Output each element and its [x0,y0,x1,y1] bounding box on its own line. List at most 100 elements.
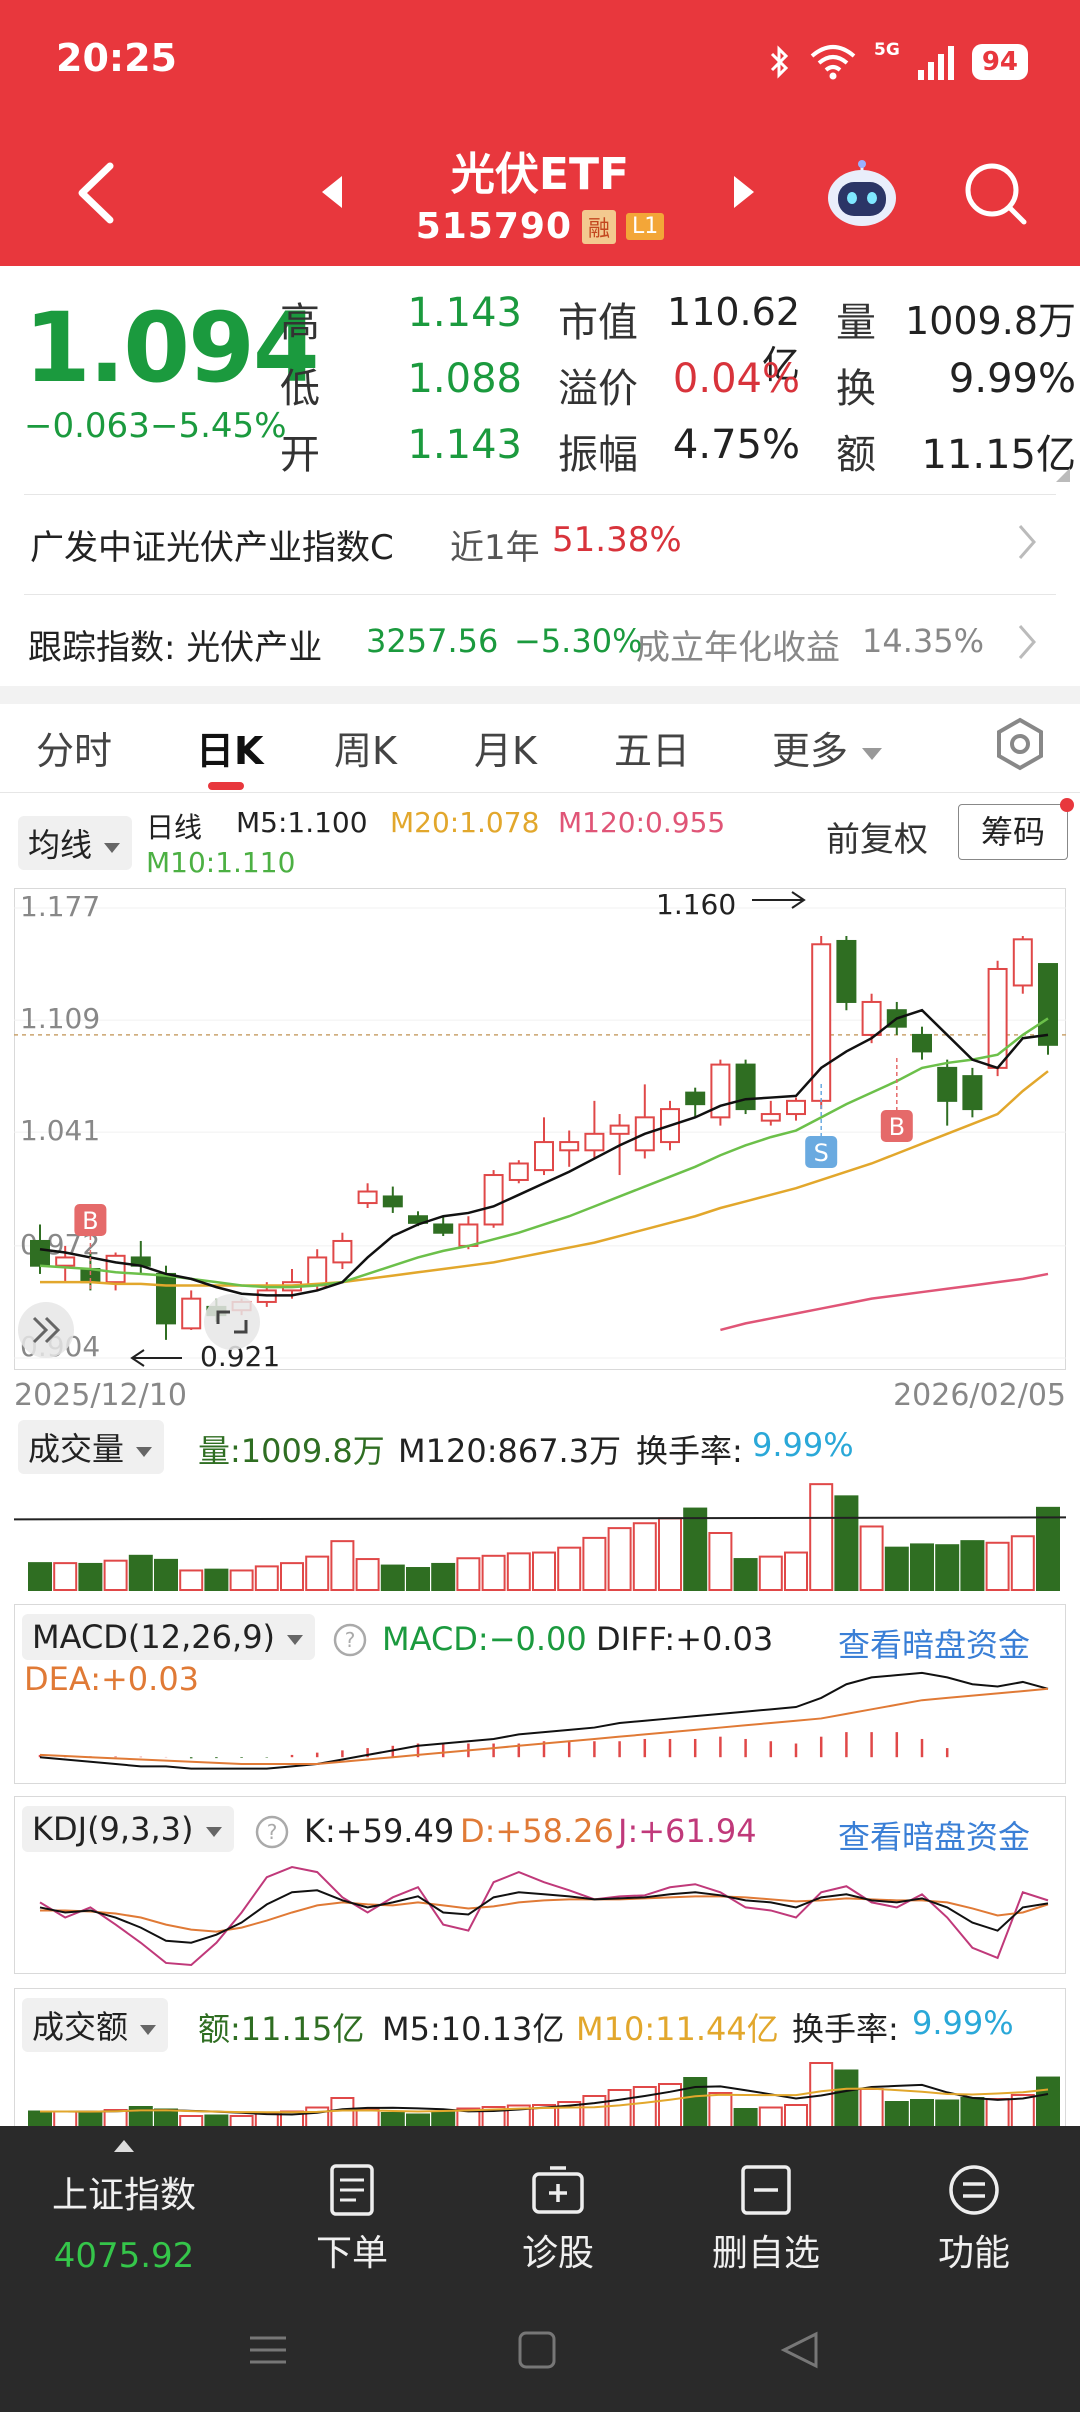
tab-monthly-k[interactable]: 月K [474,720,537,775]
high-label: 高 [280,300,320,346]
adjust-mode[interactable]: 前复权 [826,812,928,861]
annual-return-value: 14.35% [862,622,985,660]
search-icon[interactable] [960,158,1030,228]
status-time: 20:25 [56,36,177,80]
volume-bar [809,1483,834,1591]
fund-row[interactable]: 广发中证光伏产业指数C 近1年 51.38% [0,494,1080,590]
volume-bar [305,1555,330,1592]
last-price: 1.094 [24,292,320,404]
volume-value: 1009.8万 [905,299,1076,343]
price-change: −0.063 [24,406,150,446]
caret-up-icon [114,2140,134,2152]
chips-distribution-button[interactable]: 筹码 [958,804,1068,860]
home-key-icon[interactable] [518,2331,556,2369]
volume-value: 量:1009.8万 [198,1432,385,1470]
tracking-change: −5.30% [514,622,643,660]
volume-selector[interactable]: 成交量 [18,1420,165,1474]
macd-chart[interactable] [14,1660,1066,1784]
ma20-value: M20:1.078 [390,806,540,839]
ma120-value: M120:0.955 [558,806,726,839]
volume-bar [758,1555,783,1592]
ma-selector[interactable]: 均线 [18,816,133,870]
prev-stock-icon[interactable] [316,172,346,212]
dark-pool-link-text: 查看暗盘资金 [838,1626,1031,1664]
amount-bar [910,2099,934,2128]
candle-body [609,1124,630,1135]
remove-watchlist-button[interactable]: 删自选 [676,2162,856,2276]
period-label: 日线 [146,811,203,844]
order-button[interactable]: 下单 [262,2162,442,2276]
kdj-d: D:+58.26 [460,1812,614,1850]
menu-key-icon[interactable] [250,2336,286,2364]
candle-body [912,1033,932,1053]
candle-body [508,1162,529,1181]
amount-bar [784,2104,808,2128]
settings-icon[interactable] [992,716,1048,772]
chevron-right-icon [1018,525,1036,559]
tab-five-day[interactable]: 五日 [614,720,690,775]
amount-m10: M10:11.44亿 [576,2010,779,2048]
tab-weekly-k[interactable]: 周K [334,720,397,775]
x-axis-end: 2026/02/05 [893,1378,1066,1413]
volume-bar [834,1495,859,1592]
amount-selector[interactable]: 成交额 [22,1998,169,2052]
volume-bar [380,1564,405,1591]
order-icon [330,2164,374,2216]
stock-subtitle: 515790 融 L1 [360,206,720,247]
tab-daily-k[interactable]: 日K [196,720,263,775]
candle-body [735,1063,756,1111]
kdj-j-line [39,1866,1049,1967]
turnover-value: 9.99% [948,356,1076,402]
volume-bar [708,1532,733,1591]
amount-chart[interactable] [14,2050,1066,2128]
amount-bar [708,2092,733,2128]
macd-diff: DIFF:+0.03 [596,1620,774,1658]
tracking-row[interactable]: 跟踪指数: 光伏产业 3257.56 −5.30% 成立年化收益 14.35% [0,594,1080,690]
price-change-pct: −5.45% [150,406,287,446]
tab-more-label: 更多 [772,729,849,773]
volume-bar [330,1540,355,1592]
tab-more[interactable]: 更多 [772,720,884,775]
kdj-selector[interactable]: KDJ(9,3,3) [22,1806,234,1852]
help-icon[interactable]: ? [332,1622,368,1658]
candle-body [937,1066,958,1102]
candle-body [836,939,857,1003]
back-key-icon[interactable] [780,2331,818,2369]
robot-assistant-icon[interactable] [824,160,900,230]
low-value: 1.088 [407,356,522,402]
y-tick-label: 1.109 [20,1002,100,1035]
volume-turnover-value: 9.99% [752,1426,854,1464]
svg-text:?: ? [267,1820,278,1844]
high-value: 1.143 [407,290,522,336]
volume-bar [985,1541,1010,1592]
volume-turnover-label: 换手率: [636,1432,743,1470]
volume-bar [154,1558,178,1591]
tracking-label: 跟踪指数: 光伏产业 [28,628,323,668]
status-icons: 5G 94 [768,38,1028,86]
macd-selector[interactable]: MACD(12,26,9) [22,1614,316,1660]
back-icon[interactable] [60,148,130,238]
candle-body [156,1272,176,1325]
candle-body [987,967,1008,1069]
amount-bar [1036,2076,1060,2128]
help-icon[interactable]: ? [254,1814,290,1850]
notification-dot [1060,798,1074,812]
diagnose-button[interactable]: 诊股 [468,2162,648,2276]
candlestick-chart[interactable]: 1.1771.1091.0410.9720.9041.1600.921BSB [14,888,1066,1370]
amount-m5: M5:10.13亿 [382,2010,565,2048]
tab-intraday[interactable]: 分时 [36,720,112,775]
volume-bar [78,1562,103,1591]
volume-chart[interactable] [14,1472,1066,1592]
index-ticker[interactable]: 上证指数 4075.92 [24,2166,224,2276]
candle-body [962,1075,983,1111]
candle-body [534,1141,554,1172]
kdj-chart[interactable] [14,1852,1066,1974]
amount-bar [607,2089,632,2128]
functions-button[interactable]: 功能 [884,2162,1064,2276]
volume-bar [103,1559,128,1591]
candle-body [307,1256,328,1287]
next-stock-icon[interactable] [730,172,760,212]
ma10-value: M10:1.110 [146,846,296,879]
remove-watchlist-icon [741,2165,791,2215]
corner-expand-icon[interactable] [1056,468,1070,482]
